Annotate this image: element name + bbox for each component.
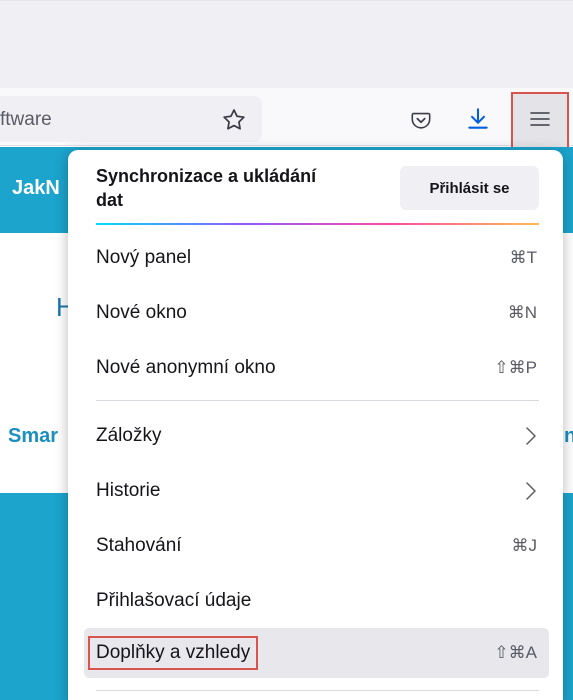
menu-item-shortcut: ⌘N — [507, 303, 537, 322]
page-site-title[interactable]: JakN — [12, 177, 60, 200]
account-gradient-divider — [96, 223, 539, 225]
menu-item-shortcut: ⇧⌘A — [494, 643, 537, 662]
menu-item-label: Stahování — [96, 535, 182, 556]
menu-separator — [96, 400, 539, 401]
menu-item-shortcut: ⌘J — [511, 536, 538, 555]
sync-heading: Synchronizace a ukládání dat — [96, 166, 317, 210]
menu-item-shortcut: ⇧⌘P — [494, 358, 537, 377]
open-application-menu-button[interactable] — [511, 92, 569, 150]
menu-item-label: Záložky — [96, 425, 162, 446]
sign-in-button[interactable]: Přihlásit se — [400, 166, 539, 210]
downloads-button[interactable] — [463, 106, 493, 136]
menu-item-label: Historie — [96, 480, 161, 501]
star-icon — [221, 107, 247, 138]
menu-item-label: Nový panel — [96, 247, 192, 268]
menu-item-history[interactable]: Historie — [84, 466, 549, 516]
menu-item-label: Nové okno — [96, 302, 187, 323]
address-bar-text: ftware — [0, 109, 52, 130]
bookmark-star-button[interactable] — [220, 108, 248, 136]
menu-item-label: Nové anonymní okno — [96, 357, 276, 378]
page-nav-link-right[interactable]: n — [564, 425, 573, 448]
chevron-right-icon — [525, 481, 537, 501]
chevron-right-icon — [525, 426, 537, 446]
download-icon — [465, 106, 491, 137]
pocket-button[interactable] — [407, 108, 435, 136]
menu-item-passwords[interactable]: Přihlašovací údaje — [84, 576, 549, 626]
menu-item-new-window[interactable]: Nové okno ⌘N — [84, 288, 549, 338]
page-nav-link-left[interactable]: Smar — [8, 425, 58, 448]
menu-item-addons-and-themes[interactable]: Doplňky a vzhledy ⇧⌘A — [84, 628, 549, 678]
menu-item-shortcut: ⌘T — [509, 248, 537, 267]
menu-separator — [96, 690, 539, 691]
menu-item-new-private-window[interactable]: Nové anonymní okno ⇧⌘P — [84, 343, 549, 393]
application-menu-panel: Synchronizace a ukládání dat Přihlásit s… — [68, 150, 563, 700]
menu-item-label: Doplňky a vzhledy — [88, 636, 259, 670]
hamburger-menu-icon — [529, 109, 551, 134]
menu-item-new-tab[interactable]: Nový panel ⌘T — [84, 233, 549, 283]
tab-strip — [0, 0, 573, 88]
menu-item-label: Přihlašovací údaje — [96, 590, 252, 611]
menu-item-downloads[interactable]: Stahování ⌘J — [84, 521, 549, 571]
pocket-icon — [410, 109, 432, 136]
menu-item-bookmarks[interactable]: Záložky — [84, 411, 549, 461]
